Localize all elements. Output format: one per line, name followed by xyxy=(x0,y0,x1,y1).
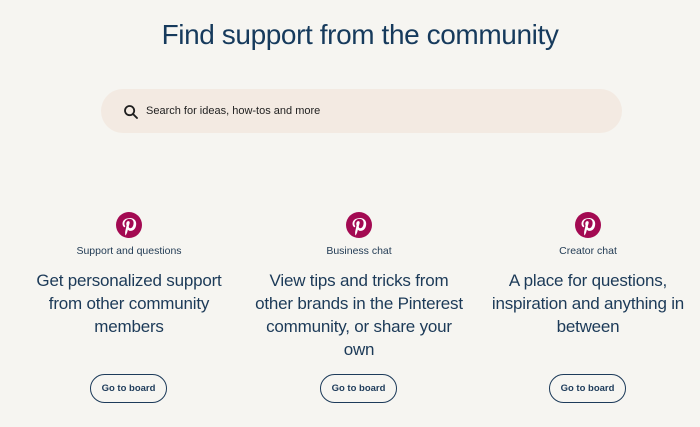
card-description: A place for questions, inspiration and a… xyxy=(491,271,685,336)
card-support-and-questions: Support and questions Get personalized s… xyxy=(24,212,234,338)
card-label: Creator chat xyxy=(559,245,617,257)
search-bar[interactable] xyxy=(101,89,622,133)
go-to-board-button-business[interactable]: Go to board xyxy=(320,374,397,403)
card-business-chat: Business chat View tips and tricks from … xyxy=(254,212,464,361)
card-description: Get personalized support from other comm… xyxy=(36,271,222,336)
card-description: View tips and tricks from other brands i… xyxy=(255,271,463,359)
card-label: Business chat xyxy=(326,245,392,257)
page-title: Find support from the community xyxy=(161,19,559,50)
search-input[interactable] xyxy=(146,89,586,133)
pinterest-logo-icon xyxy=(116,212,142,238)
go-to-board-button-support[interactable]: Go to board xyxy=(90,374,167,403)
pinterest-logo-icon xyxy=(575,212,601,238)
card-label: Support and questions xyxy=(76,245,182,257)
card-creator-chat: Creator chat A place for questions, insp… xyxy=(483,212,693,338)
pinterest-logo-icon xyxy=(346,212,372,238)
search-icon xyxy=(124,105,138,119)
go-to-board-button-creator[interactable]: Go to board xyxy=(549,374,626,403)
page: Find support from the community Support … xyxy=(0,0,700,427)
